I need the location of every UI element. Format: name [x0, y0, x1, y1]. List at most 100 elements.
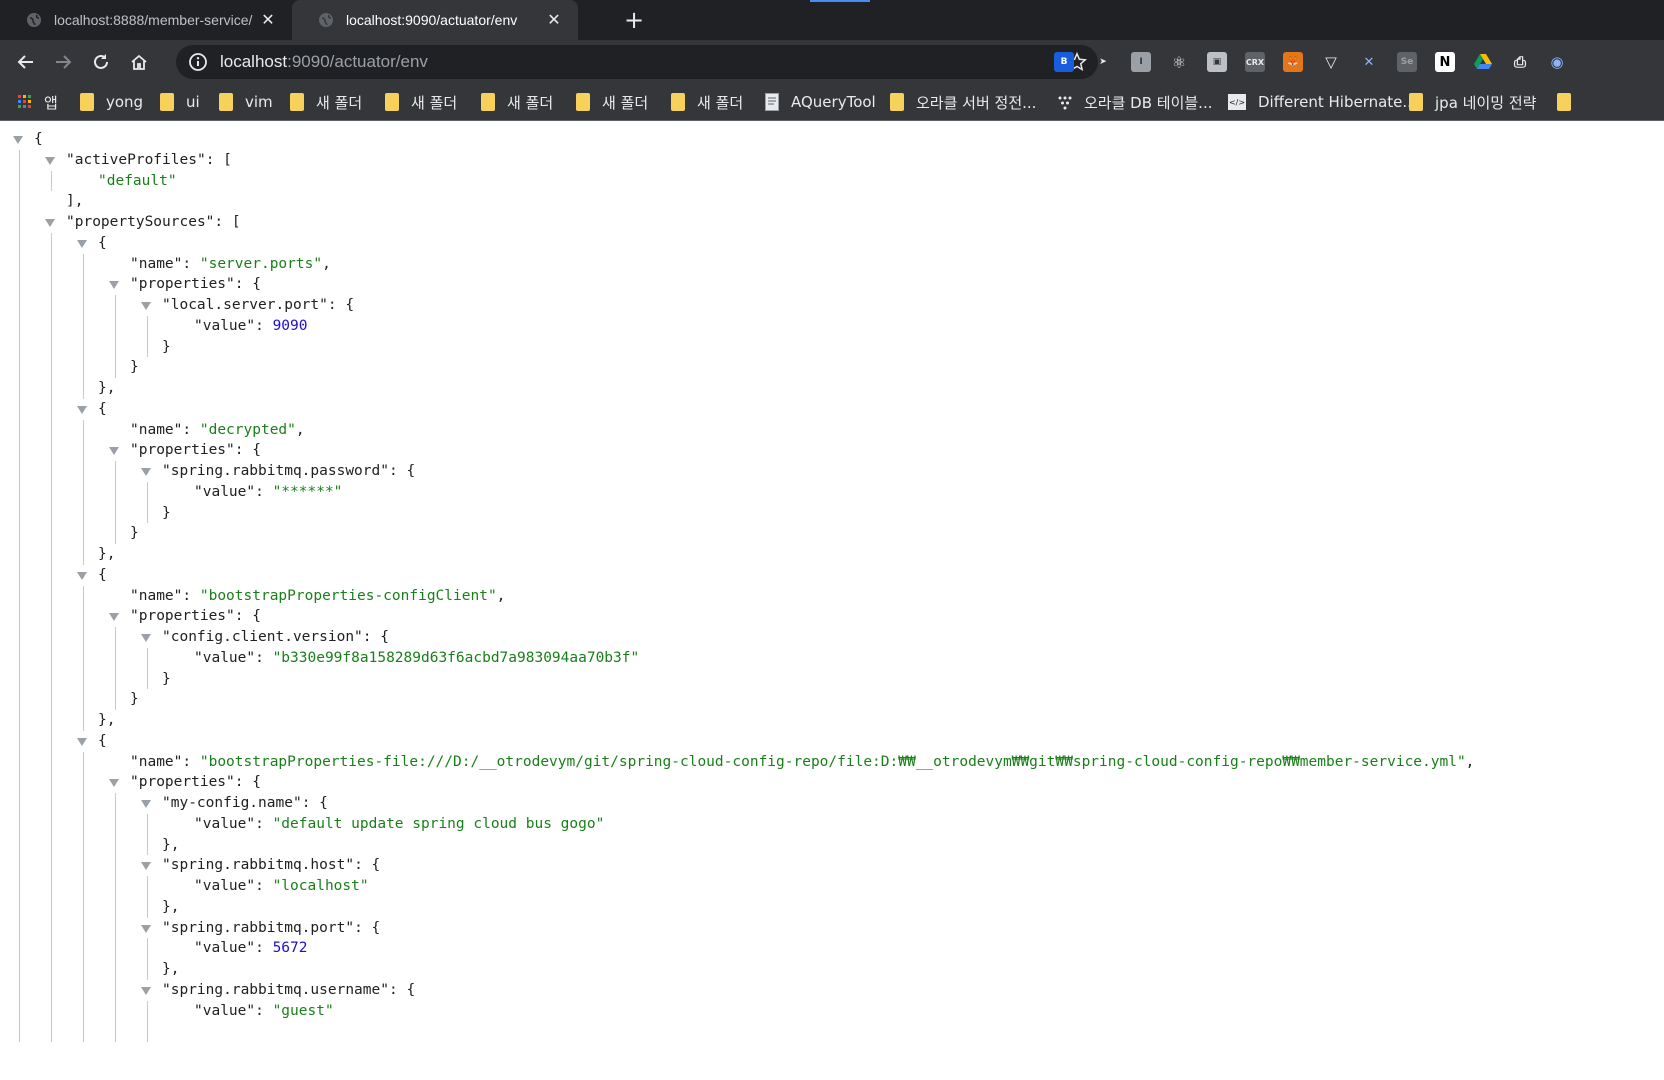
collapse-toggle-icon[interactable]	[141, 302, 151, 310]
json-line: "spring.rabbitmq.port": {	[162, 918, 380, 938]
bookmark-label: yong	[106, 93, 144, 111]
bookmark-aquerytool[interactable]: AQueryTool	[765, 92, 876, 112]
json-line: "spring.rabbitmq.username": {	[162, 980, 415, 1000]
json-punctuation: {	[98, 400, 107, 417]
json-line: },	[98, 544, 115, 564]
bookmark-folder[interactable]: vim	[219, 92, 273, 112]
json-viewer: {"activeProfiles": ["default"], "property…	[0, 122, 1664, 1080]
collapse-toggle-icon[interactable]	[77, 405, 87, 414]
close-tab-icon[interactable]: ✕	[544, 10, 564, 30]
json-punctuation: : [	[214, 214, 241, 230]
folder-icon	[890, 93, 904, 111]
collapse-toggle-icon[interactable]	[141, 634, 151, 642]
home-button[interactable]	[125, 48, 153, 76]
json-punctuation: : {	[234, 276, 261, 293]
vuetify-icon[interactable]: ▽	[1321, 52, 1341, 72]
arrow-right-icon	[56, 55, 72, 69]
collapse-toggle-icon[interactable]	[109, 613, 119, 622]
bookmark-folder[interactable]: jpa 네이밍 전략	[1409, 92, 1536, 112]
json-string: "default"	[98, 172, 177, 189]
close-tab-icon[interactable]: ✕	[258, 10, 278, 30]
json-key: "spring.rabbitmq.host"	[162, 857, 355, 874]
json-punctuation: : {	[234, 442, 261, 459]
reload-icon	[94, 54, 108, 69]
json-punctuation: }	[162, 504, 171, 521]
collapse-toggle-icon[interactable]	[141, 986, 151, 995]
react-devtools-icon[interactable]: ⚛	[1169, 52, 1189, 72]
address-bar[interactable]: localhost:9090/actuator/env	[176, 45, 1098, 79]
ext-i-icon[interactable]: I	[1131, 52, 1151, 72]
bookmark-folder[interactable]: 새 폴더	[671, 92, 743, 112]
x-icon[interactable]: ✕	[1359, 52, 1379, 72]
selenium-icon[interactable]: Se	[1397, 52, 1417, 72]
globe-icon[interactable]: ◉	[1547, 52, 1567, 72]
json-punctuation: }	[162, 670, 171, 687]
json-line: }	[130, 357, 139, 377]
tab-member-service[interactable]: localhost:8888/member-service/ ✕	[0, 0, 292, 40]
reload-button[interactable]	[87, 48, 115, 76]
indent-guide	[147, 647, 148, 690]
bookmark-folder[interactable]: ui	[160, 92, 200, 112]
indent-guide	[147, 481, 148, 524]
crx-icon[interactable]: CRX	[1245, 52, 1265, 72]
tab-title: localhost:8888/member-service/	[54, 12, 253, 28]
folder-icon	[1409, 93, 1423, 111]
json-punctuation: {	[98, 566, 107, 583]
json-line: "properties": {	[130, 274, 261, 294]
json-line: "value": "b330e99f8a158289d63f6acbd7a983…	[194, 648, 639, 668]
json-key: "name"	[130, 587, 183, 604]
collapse-toggle-icon[interactable]	[109, 447, 119, 456]
json-line: {	[98, 565, 107, 585]
collapse-toggle-icon[interactable]	[109, 779, 119, 788]
collapse-toggle-icon[interactable]	[109, 281, 119, 290]
tab-actuator-env[interactable]: localhost:9090/actuator/env ✕	[292, 0, 578, 40]
back-button[interactable]	[12, 48, 40, 76]
google-drive-icon[interactable]	[1473, 52, 1493, 72]
bookmark-folder[interactable]: 새 폴더	[385, 92, 457, 112]
json-line: {	[98, 399, 107, 419]
json-line: },	[98, 710, 115, 730]
indent-guide	[83, 751, 84, 1042]
json-string: "decrypted"	[199, 421, 296, 438]
bookmark-oracle-db[interactable]: 오라클 DB 테이블...	[1058, 92, 1212, 112]
collapse-toggle-icon[interactable]	[13, 136, 23, 144]
collapse-toggle-icon[interactable]	[141, 800, 151, 808]
json-punctuation: },	[162, 961, 180, 977]
json-line: }	[130, 689, 139, 709]
collapse-toggle-icon[interactable]	[141, 924, 151, 933]
json-punctuation: {	[98, 732, 107, 749]
indent-guide	[51, 170, 52, 192]
collapse-toggle-icon[interactable]	[77, 239, 87, 248]
json-key: "spring.rabbitmq.password"	[162, 463, 389, 479]
notion-icon[interactable]: N	[1435, 52, 1455, 72]
bookmark-folder[interactable]: yong	[80, 92, 143, 112]
bookmark-folder[interactable]: 새 폴더	[576, 92, 648, 112]
metamask-icon[interactable]: 🦊	[1283, 52, 1303, 72]
collapse-toggle-icon[interactable]	[45, 156, 55, 165]
json-punctuation: }	[162, 338, 171, 355]
cursor-icon[interactable]: ➤	[1093, 52, 1113, 72]
printer-icon[interactable]: ⎙	[1510, 52, 1530, 72]
json-key: "properties"	[130, 608, 235, 625]
indent-guide	[147, 315, 148, 358]
bitwarden-icon[interactable]: B	[1054, 52, 1074, 72]
bookmark-hibernate[interactable]: </> Different Hibernate...	[1228, 92, 1417, 112]
indent-guide	[83, 253, 84, 399]
collapse-toggle-icon[interactable]	[141, 862, 151, 871]
bookmark-folder[interactable]: 새 폴더	[290, 92, 362, 112]
new-tab-button[interactable]: +	[620, 6, 648, 34]
forward-button[interactable]	[49, 48, 77, 76]
collapse-toggle-icon[interactable]	[77, 737, 87, 746]
json-punctuation: }	[130, 525, 139, 542]
bookmark-folder[interactable]: 새 폴더	[481, 92, 553, 112]
collapse-toggle-icon[interactable]	[141, 468, 151, 476]
ext-box-icon[interactable]: ▣	[1207, 52, 1227, 72]
indent-guide	[51, 232, 52, 1042]
bookmark-label: AQueryTool	[791, 93, 876, 111]
collapse-toggle-icon[interactable]	[45, 219, 55, 227]
info-icon[interactable]	[188, 52, 208, 72]
bookmark-folder-overflow[interactable]	[1557, 92, 1583, 112]
collapse-toggle-icon[interactable]	[77, 571, 87, 580]
bookmark-apps[interactable]: 앱	[18, 92, 58, 112]
bookmark-folder[interactable]: 오라클 서버 정전...	[890, 92, 1036, 112]
